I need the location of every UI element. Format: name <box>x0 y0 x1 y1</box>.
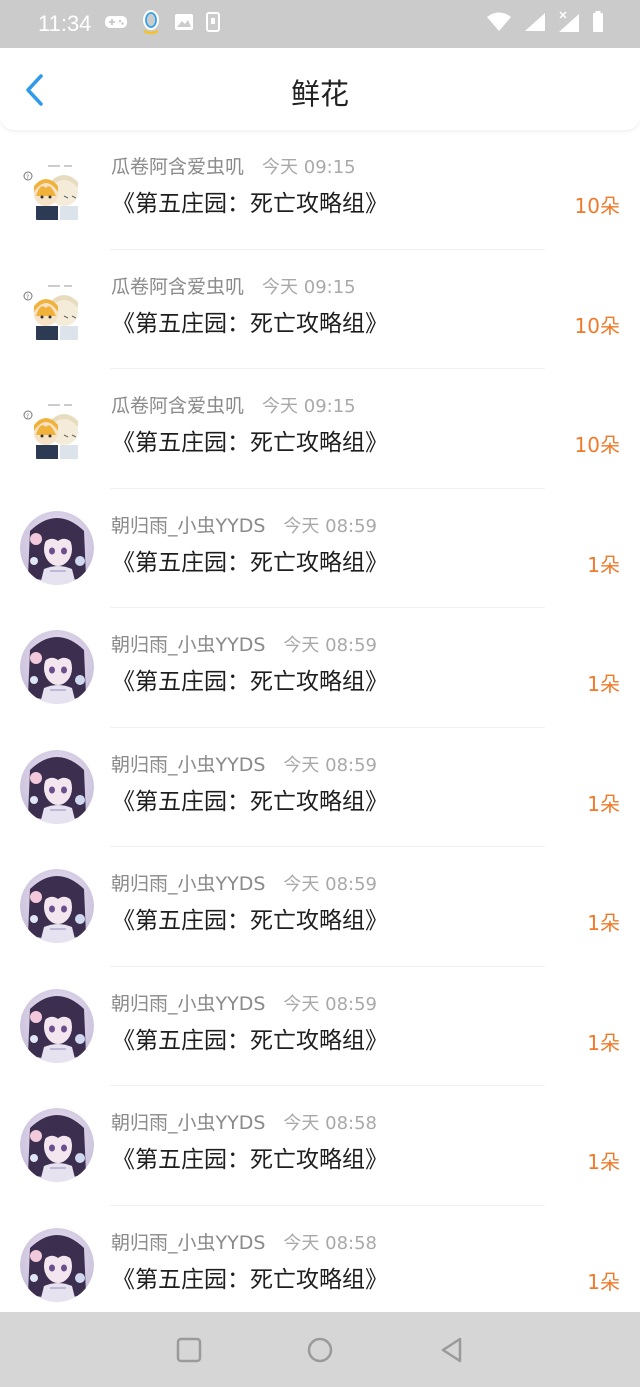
book-title[interactable]: 《第五庄园：死亡攻略组》 <box>112 666 388 698</box>
flower-count: 1朵 <box>587 672 620 696</box>
sender-name-text: 朝归雨_小虫YYDS <box>111 1231 266 1254</box>
sender-name[interactable]: 瓜卷阿含爱虫叽 今天 09:15 <box>111 393 356 420</box>
sender-name[interactable]: 朝归雨_小虫YYDS 今天 08:58 <box>111 1230 377 1257</box>
sender-name-text: 朝归雨_小虫YYDS <box>111 873 266 895</box>
flower-count: 1朵 <box>587 791 620 816</box>
sender-name[interactable]: 朝归雨_小虫YYDS 今天 08:59 <box>111 752 377 779</box>
wifi-icon <box>486 12 512 36</box>
chibi-avatar[interactable]: ? <box>20 271 94 346</box>
book-title[interactable]: 《第五庄园：死亡攻略组》 <box>112 547 388 579</box>
sender-name[interactable]: 朝归雨_小虫YYDS 今天 08:59 <box>111 991 377 1018</box>
book-title[interactable]: 《第五庄园：死亡攻略组》 <box>112 905 388 937</box>
signal-icon <box>524 12 546 36</box>
sender-name[interactable]: 瓜卷阿含爱虫叽 今天 09:15 <box>111 154 356 181</box>
svg-text:?: ? <box>26 294 29 301</box>
list-item[interactable]: ? 瓜卷阿含爱虫叽 今天 09:15 《第五庄园：死亡攻略组》 10朵 <box>0 250 640 369</box>
flower-count: 1朵 <box>587 1269 620 1294</box>
phone-device-icon <box>206 12 220 36</box>
send-time: 今天 08:59 <box>283 635 378 656</box>
send-time: 今天 08:58 <box>283 1232 378 1254</box>
sender-name-text: 瓜卷阿含爱虫叽 <box>111 395 245 417</box>
status-time: 11:34 <box>38 11 92 36</box>
send-time: 今天 08:59 <box>283 515 378 537</box>
sender-name[interactable]: 朝归雨_小虫YYDS 今天 08:59 <box>111 871 377 898</box>
list-item[interactable]: ? 瓜卷阿含爱虫叽 今天 09:15 《第五庄园：死亡攻略组》 10朵 <box>0 130 640 250</box>
image-icon <box>174 13 194 35</box>
send-time: 今天 09:15 <box>262 396 356 417</box>
sender-name[interactable]: 瓜卷阿含爱虫叽 今天 09:15 <box>111 274 356 301</box>
send-time: 今天 08:58 <box>283 1113 378 1134</box>
list-item[interactable]: 朝归雨_小虫YYDS 今天 08:59 《第五庄园：死亡攻略组》 1朵 <box>0 847 640 967</box>
back-triangle-icon[interactable] <box>438 1336 466 1364</box>
list-item[interactable]: 朝归雨_小虫YYDS 今天 08:59 《第五庄园：死亡攻略组》 1朵 <box>0 728 640 847</box>
navigation-bar <box>0 1312 640 1387</box>
anime-girl-avatar[interactable] <box>20 630 94 704</box>
sender-name-text: 朝归雨_小虫YYDS <box>111 1112 266 1134</box>
home-circle-icon[interactable] <box>306 1336 334 1364</box>
gamepad-icon <box>104 13 128 35</box>
sender-name-text: 瓜卷阿含爱虫叽 <box>111 275 245 298</box>
send-time: 今天 09:15 <box>262 157 356 178</box>
sender-name[interactable]: 朝归雨_小虫YYDS 今天 08:58 <box>111 1110 377 1137</box>
list-item[interactable]: 朝归雨_小虫YYDS 今天 08:58 《第五庄园：死亡攻略组》 1朵 <box>0 1086 640 1206</box>
anime-girl-avatar[interactable] <box>20 1108 94 1182</box>
list-item[interactable]: ? 瓜卷阿含爱虫叽 今天 09:15 《第五庄园：死亡攻略组》 10朵 <box>0 369 640 489</box>
flower-count: 1朵 <box>587 1150 620 1174</box>
sender-name-text: 朝归雨_小虫YYDS <box>111 634 266 656</box>
sender-name[interactable]: 朝归雨_小虫YYDS 今天 08:59 <box>111 632 377 659</box>
list-item[interactable]: 朝归雨_小虫YYDS 今天 08:59 《第五庄园：死亡攻略组》 1朵 <box>0 489 640 608</box>
svg-text:?: ? <box>26 413 29 420</box>
qq-penguin-icon <box>140 9 162 39</box>
list-item[interactable]: 朝归雨_小虫YYDS 今天 08:59 《第五庄园：死亡攻略组》 1朵 <box>0 967 640 1086</box>
book-title[interactable]: 《第五庄园：死亡攻略组》 <box>112 188 388 220</box>
send-time: 今天 09:15 <box>262 276 356 298</box>
system-icons <box>486 11 604 37</box>
send-time: 今天 08:59 <box>283 874 378 895</box>
chibi-avatar[interactable]: ? <box>20 391 94 465</box>
battery-icon <box>592 11 604 37</box>
anime-girl-avatar[interactable] <box>20 1227 94 1302</box>
notification-icons <box>104 10 232 38</box>
svg-text:?: ? <box>26 174 29 181</box>
anime-girl-avatar[interactable] <box>20 510 94 585</box>
book-title[interactable]: 《第五庄园：死亡攻略组》 <box>112 1264 388 1296</box>
anime-girl-avatar[interactable] <box>20 749 94 824</box>
book-title[interactable]: 《第五庄园：死亡攻略组》 <box>112 1025 388 1057</box>
book-title[interactable]: 《第五庄园：死亡攻略组》 <box>112 786 388 818</box>
flower-count: 1朵 <box>587 552 620 577</box>
send-time: 今天 08:59 <box>283 993 378 1015</box>
status-bar: 11:34 <box>0 0 640 48</box>
signal-no-sim-icon <box>558 11 580 37</box>
flower-count: 1朵 <box>587 911 620 935</box>
book-title[interactable]: 《第五庄园：死亡攻略组》 <box>112 308 388 340</box>
anime-girl-avatar[interactable] <box>20 869 94 943</box>
send-time: 今天 08:59 <box>283 754 378 776</box>
recents-square-icon[interactable] <box>175 1336 203 1364</box>
anime-girl-avatar[interactable] <box>20 988 94 1063</box>
sender-name[interactable]: 朝归雨_小虫YYDS 今天 08:59 <box>111 513 377 540</box>
flower-count: 1朵 <box>587 1030 620 1055</box>
flower-count: 10朵 <box>574 313 620 338</box>
sender-name-text: 朝归雨_小虫YYDS <box>111 992 266 1015</box>
page-title: 鲜花 <box>290 77 349 111</box>
list-item[interactable]: 朝归雨_小虫YYDS 今天 08:58 《第五庄园：死亡攻略组》 1朵 <box>0 1206 640 1313</box>
list-item[interactable]: 朝归雨_小虫YYDS 今天 08:59 《第五庄园：死亡攻略组》 1朵 <box>0 608 640 728</box>
flower-count: 10朵 <box>574 433 620 457</box>
chibi-avatar[interactable]: ? <box>20 152 94 226</box>
book-title[interactable]: 《第五庄园：死亡攻略组》 <box>112 1144 388 1176</box>
flower-count: 10朵 <box>574 194 620 218</box>
flower-list: ? 瓜卷阿含爱虫叽 今天 09:15 《第五庄园：死亡攻略组》 10朵? 瓜卷阿含爱虫叽今… <box>0 130 640 1312</box>
sender-name-text: 朝归雨_小虫YYDS <box>111 514 266 537</box>
book-title[interactable]: 《第五庄园：死亡攻略组》 <box>112 427 388 459</box>
sender-name-text: 瓜卷阿含爱虫叽 <box>111 156 245 178</box>
app-header: 鲜花 <box>0 48 640 130</box>
sender-name-text: 朝归雨_小虫YYDS <box>111 753 266 776</box>
